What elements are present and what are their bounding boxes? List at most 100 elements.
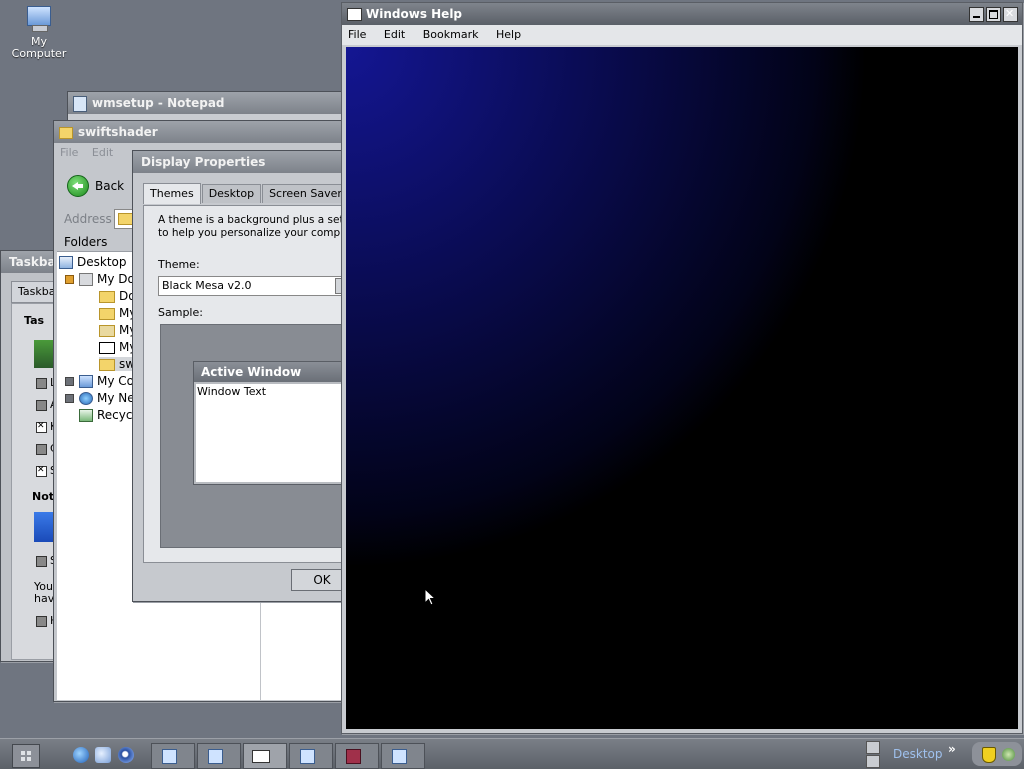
windows-help-window[interactable]: Windows Help File Edit Bookmark Help bbox=[341, 2, 1023, 734]
notepad-titlebar[interactable]: wmsetup - Notepad bbox=[68, 92, 348, 114]
tab-desktop[interactable]: Desktop bbox=[201, 184, 262, 203]
folder-icon bbox=[99, 307, 115, 320]
folder-icon bbox=[59, 127, 73, 139]
checkbox-auto-hide[interactable] bbox=[36, 400, 47, 411]
window-icon bbox=[252, 750, 270, 763]
tree-item-folder[interactable]: Do bbox=[99, 289, 136, 303]
folders-pane-header: Folders bbox=[64, 235, 108, 249]
window-icon bbox=[347, 8, 362, 21]
sample-label: Sample: bbox=[158, 306, 203, 319]
desktop-toolbar-label[interactable]: Desktop bbox=[893, 747, 943, 761]
pictures-folder-icon bbox=[99, 324, 115, 337]
toolbar-chevron-icon[interactable]: » bbox=[948, 742, 956, 756]
section-taskbar-heading: Tas bbox=[24, 314, 45, 327]
checkbox-show-quick-launch[interactable] bbox=[36, 465, 47, 477]
expand-toggle[interactable] bbox=[65, 394, 74, 403]
taskbar-scroll-arrows[interactable] bbox=[866, 741, 880, 768]
chevron-down-icon[interactable] bbox=[866, 755, 880, 768]
theme-select[interactable]: Black Mesa v2.0 bbox=[158, 276, 363, 296]
sample-window-title: Active Window bbox=[194, 362, 364, 382]
minimize-button[interactable] bbox=[969, 7, 984, 22]
window-icon bbox=[208, 749, 223, 764]
taskbar-button-windows-help[interactable] bbox=[243, 743, 287, 769]
explorer-titlebar[interactable]: swiftshader bbox=[54, 121, 346, 143]
help-content-area[interactable] bbox=[346, 47, 1018, 729]
tree-item-swiftshader-selected[interactable]: sw bbox=[99, 357, 136, 371]
taskbar-button-help-book[interactable] bbox=[335, 743, 379, 769]
maximize-button[interactable] bbox=[986, 7, 1001, 22]
back-arrow-icon[interactable] bbox=[67, 175, 89, 197]
mouse-cursor-icon bbox=[424, 588, 436, 606]
my-computer-label: My Computer bbox=[11, 35, 67, 60]
tree-item-my-documents[interactable]: My Do bbox=[65, 272, 135, 286]
tree-item-recycle-bin[interactable]: Recyc bbox=[79, 408, 132, 422]
show-desktop-icon[interactable] bbox=[95, 747, 111, 763]
back-button-label[interactable]: Back bbox=[95, 179, 124, 193]
theme-label: Theme: bbox=[158, 258, 200, 271]
menu-edit[interactable]: Edit bbox=[92, 146, 113, 159]
tree-item-desktop[interactable]: Desktop bbox=[59, 255, 127, 269]
tree-item-my-computer[interactable]: My Co bbox=[65, 374, 134, 388]
pane-divider[interactable] bbox=[260, 602, 261, 700]
menu-help[interactable]: Help bbox=[496, 28, 521, 41]
folder-icon bbox=[99, 358, 115, 371]
menu-bookmark[interactable]: Bookmark bbox=[423, 28, 479, 41]
checkbox-lock-taskbar[interactable] bbox=[36, 378, 47, 389]
network-icon bbox=[79, 392, 93, 405]
display-properties-titlebar[interactable]: Display Properties bbox=[133, 151, 347, 173]
taskbar-button-explorer[interactable] bbox=[197, 743, 241, 769]
help-titlebar[interactable]: Windows Help bbox=[342, 3, 1022, 25]
menu-file[interactable]: File bbox=[348, 28, 366, 41]
documents-icon bbox=[79, 273, 93, 286]
desktop-icon bbox=[59, 256, 73, 269]
tree-item-folder[interactable]: My bbox=[99, 306, 136, 320]
taskbar-button-notepad[interactable] bbox=[151, 743, 195, 769]
tab-screen-saver[interactable]: Screen Saver bbox=[262, 184, 349, 203]
menu-file[interactable]: File bbox=[60, 146, 78, 159]
sample-active-window: Active Window Window Text bbox=[193, 361, 365, 485]
network-tray-icon[interactable] bbox=[1002, 748, 1015, 761]
notepad-icon bbox=[73, 96, 87, 112]
taskbar-properties-titlebar[interactable]: Taskba bbox=[1, 251, 61, 273]
start-button[interactable] bbox=[12, 744, 40, 768]
taskbar: Desktop » bbox=[0, 738, 1024, 769]
video-folder-icon bbox=[99, 341, 115, 354]
window-icon bbox=[392, 749, 407, 764]
sample-window-text: Window Text bbox=[196, 384, 364, 482]
close-button[interactable] bbox=[1003, 7, 1018, 22]
recycle-bin-icon bbox=[79, 409, 93, 422]
address-label: Address bbox=[64, 212, 112, 226]
internet-explorer-icon[interactable] bbox=[73, 747, 89, 763]
taskbar-button-window[interactable] bbox=[289, 743, 333, 769]
media-player-icon[interactable] bbox=[118, 747, 134, 763]
menu-edit[interactable]: Edit bbox=[384, 28, 405, 41]
help-book-icon bbox=[346, 749, 361, 764]
section-notification-heading: Not bbox=[32, 490, 55, 503]
tree-item-folder[interactable]: My bbox=[99, 323, 136, 337]
themes-panel: A theme is a background plus a set of st… bbox=[143, 205, 374, 563]
folder-icon bbox=[99, 290, 115, 303]
checkbox-group-buttons[interactable] bbox=[36, 444, 47, 455]
security-shield-icon[interactable] bbox=[982, 747, 996, 763]
tree-item-my-network[interactable]: My Ne bbox=[65, 391, 135, 405]
tab-themes[interactable]: Themes bbox=[143, 183, 201, 204]
expand-toggle[interactable] bbox=[65, 275, 74, 284]
help-menubar: File Edit Bookmark Help bbox=[342, 25, 1022, 45]
chevron-up-icon[interactable] bbox=[866, 741, 880, 754]
notepad-icon bbox=[162, 749, 177, 764]
expand-toggle[interactable] bbox=[65, 377, 74, 386]
computer-icon bbox=[79, 375, 93, 388]
display-properties-window[interactable]: Display Properties Themes Desktop Screen S… bbox=[132, 150, 379, 602]
checkbox-hide-inactive-icons[interactable] bbox=[36, 616, 47, 627]
my-computer-desktop-icon[interactable]: My Computer bbox=[8, 4, 70, 60]
checkbox-show-clock[interactable] bbox=[36, 556, 47, 567]
taskbar-properties-panel: Tas L A K C S Not S You have H bbox=[11, 303, 61, 660]
theme-sample-preview: Active Window Window Text bbox=[160, 324, 365, 548]
tree-item-folder[interactable]: My bbox=[99, 340, 136, 354]
taskbar-button-window[interactable] bbox=[381, 743, 425, 769]
themes-description: A theme is a background plus a set of st… bbox=[158, 214, 374, 239]
computer-icon bbox=[23, 4, 55, 34]
checkbox-keep-on-top[interactable] bbox=[36, 421, 47, 433]
window-icon bbox=[300, 749, 315, 764]
system-tray bbox=[972, 742, 1022, 766]
